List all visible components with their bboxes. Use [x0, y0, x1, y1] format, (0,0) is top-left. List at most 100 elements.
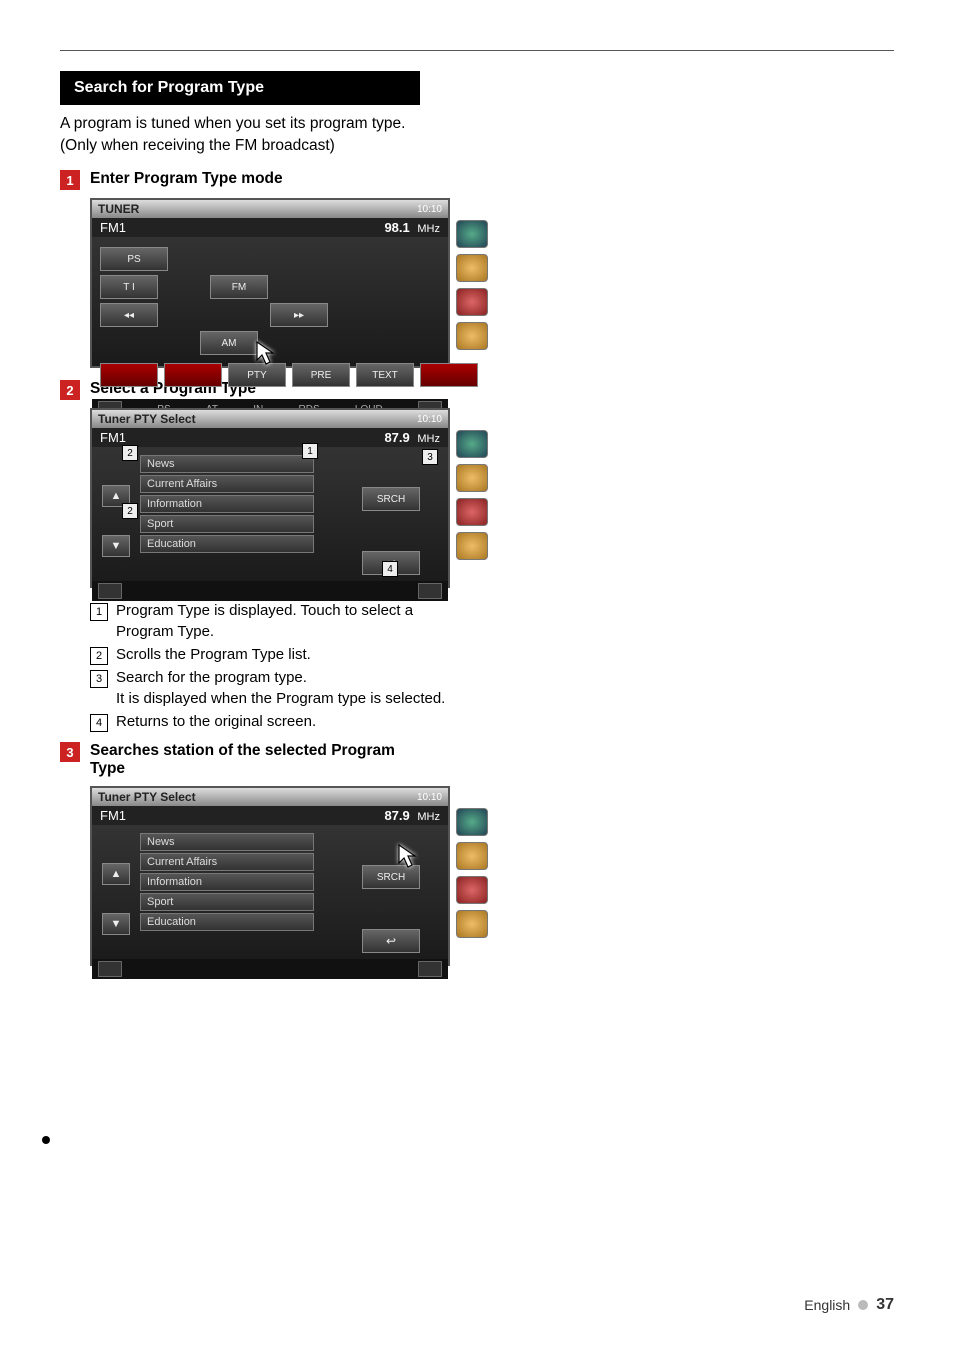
side-chip-2c[interactable]: [456, 842, 488, 870]
side-chip-1b[interactable]: [456, 430, 488, 458]
note-4: 4 Returns to the original screen.: [90, 711, 470, 732]
side-chip-2[interactable]: [456, 254, 488, 282]
pty-status-left-icon-2: [98, 961, 122, 977]
pty-status-bar: [92, 581, 448, 601]
pty-frequency-value-2: 87.9: [384, 808, 409, 823]
search-button-2[interactable]: SRCH: [362, 865, 420, 889]
seek-next-button[interactable]: ▸▸: [270, 303, 328, 327]
tuner-screen: 10:10 TUNER FM1 98.1 MHz PS T I FM ◂◂ ▸▸…: [90, 198, 450, 368]
step-3-title: Searches station of the selected Program…: [90, 742, 430, 778]
pre-button[interactable]: PRE: [292, 363, 350, 387]
step-1-number: 1: [60, 170, 80, 190]
pty-frequency-value: 87.9: [384, 430, 409, 445]
frequency-unit: MHz: [417, 223, 440, 235]
pty-status-right-icon-2: [418, 961, 442, 977]
ti-button[interactable]: T I: [100, 275, 158, 299]
top-rule: [60, 50, 894, 51]
side-shortcut-chips-3: [456, 808, 488, 938]
pty-frequency-unit-2: MHz: [417, 811, 440, 823]
scroll-up-button-2[interactable]: ▲: [102, 863, 130, 885]
bottom-btn-1[interactable]: [100, 363, 158, 387]
ps-button[interactable]: PS: [100, 247, 168, 271]
callout-3: 3: [422, 449, 438, 465]
callout-4: 4: [382, 561, 398, 577]
pty-search-screen: 10:10 Tuner PTY Select FM1 87.9 MHz ▲ ▼ …: [90, 786, 450, 966]
seek-prev-button[interactable]: ◂◂: [100, 303, 158, 327]
note-text-2: Scrolls the Program Type list.: [116, 644, 311, 665]
step-1-header: 1 Enter Program Type mode: [60, 170, 894, 190]
note-num-1: 1: [90, 603, 108, 621]
note-text-3: Search for the program type. It is displ…: [116, 667, 445, 709]
band-label: FM1: [100, 220, 126, 235]
bottom-btn-2[interactable]: [164, 363, 222, 387]
pty-frequency-unit: MHz: [417, 433, 440, 445]
am-button[interactable]: AM: [200, 331, 258, 355]
side-chip-1c[interactable]: [456, 808, 488, 836]
side-chip-2b[interactable]: [456, 464, 488, 492]
side-chip-3c[interactable]: [456, 876, 488, 904]
return-button-2[interactable]: ↩: [362, 929, 420, 953]
pty-titlebar: Tuner PTY Select: [92, 410, 448, 428]
bottom-btn-6[interactable]: [420, 363, 478, 387]
pty-item-education[interactable]: Education: [140, 535, 314, 553]
pty-item-news[interactable]: News: [140, 455, 314, 473]
scroll-down-button-2[interactable]: ▼: [102, 913, 130, 935]
pty-status-bar-2: [92, 959, 448, 979]
tuner-titlebar: TUNER: [92, 200, 448, 218]
section-title: Search for Program Type: [60, 71, 420, 105]
note-text-4: Returns to the original screen.: [116, 711, 316, 732]
page-footer: English 37: [804, 1296, 894, 1314]
side-shortcut-chips: [456, 220, 488, 350]
side-chip-1[interactable]: [456, 220, 488, 248]
callout-2a: 2: [122, 445, 138, 461]
text-button[interactable]: TEXT: [356, 363, 414, 387]
callout-2b: 2: [122, 503, 138, 519]
callout-1: 1: [302, 443, 318, 459]
note-num-4: 4: [90, 714, 108, 732]
note-2: 2 Scrolls the Program Type list.: [90, 644, 470, 665]
pty-item-sport[interactable]: Sport: [140, 515, 314, 533]
language-label: English: [804, 1297, 850, 1313]
pty-header-2: FM1 87.9 MHz: [92, 806, 448, 825]
side-chip-4[interactable]: [456, 322, 488, 350]
note-1: 1 Program Type is displayed. Touch to se…: [90, 600, 470, 642]
pty-header: FM1 87.9 MHz: [92, 428, 448, 447]
pty-band-label-2: FM1: [100, 808, 126, 823]
pty-status-left-icon: [98, 583, 122, 599]
side-chip-4b[interactable]: [456, 532, 488, 560]
step-2-number: 2: [60, 380, 80, 400]
footer-dot-icon: [858, 1300, 868, 1310]
pty-item-current-affairs[interactable]: Current Affairs: [140, 475, 314, 493]
pty-item-sport-2[interactable]: Sport: [140, 893, 314, 911]
clock-label: 10:10: [417, 204, 442, 215]
pty-select-screen: 10:10 Tuner PTY Select FM1 87.9 MHz ▲ ▼ …: [90, 408, 450, 588]
pty-item-education-2[interactable]: Education: [140, 913, 314, 931]
section-intro: A program is tuned when you set its prog…: [60, 113, 430, 156]
pty-item-information[interactable]: Information: [140, 495, 314, 513]
note-num-2: 2: [90, 647, 108, 665]
frequency-value: 98.1: [384, 220, 409, 235]
clock-label-3: 10:10: [417, 792, 442, 803]
page-number: 37: [876, 1296, 894, 1314]
bullet-marker: [42, 1136, 50, 1144]
clock-label-2: 10:10: [417, 414, 442, 425]
pty-item-information-2[interactable]: Information: [140, 873, 314, 891]
step-1-title: Enter Program Type mode: [90, 170, 283, 188]
pty-band-label: FM1: [100, 430, 126, 445]
side-chip-4c[interactable]: [456, 910, 488, 938]
pty-button[interactable]: PTY: [228, 363, 286, 387]
side-shortcut-chips-2: [456, 430, 488, 560]
fm-button[interactable]: FM: [210, 275, 268, 299]
pty-titlebar-2: Tuner PTY Select: [92, 788, 448, 806]
search-button[interactable]: SRCH: [362, 487, 420, 511]
pty-status-right-icon: [418, 583, 442, 599]
step-3-number: 3: [60, 742, 80, 762]
pty-item-news-2[interactable]: News: [140, 833, 314, 851]
tuner-header: FM1 98.1 MHz: [92, 218, 448, 237]
scroll-down-button[interactable]: ▼: [102, 535, 130, 557]
note-3: 3 Search for the program type. It is dis…: [90, 667, 470, 709]
side-chip-3[interactable]: [456, 288, 488, 316]
pty-item-current-affairs-2[interactable]: Current Affairs: [140, 853, 314, 871]
side-chip-3b[interactable]: [456, 498, 488, 526]
notes-list: 1 Program Type is displayed. Touch to se…: [90, 600, 470, 732]
